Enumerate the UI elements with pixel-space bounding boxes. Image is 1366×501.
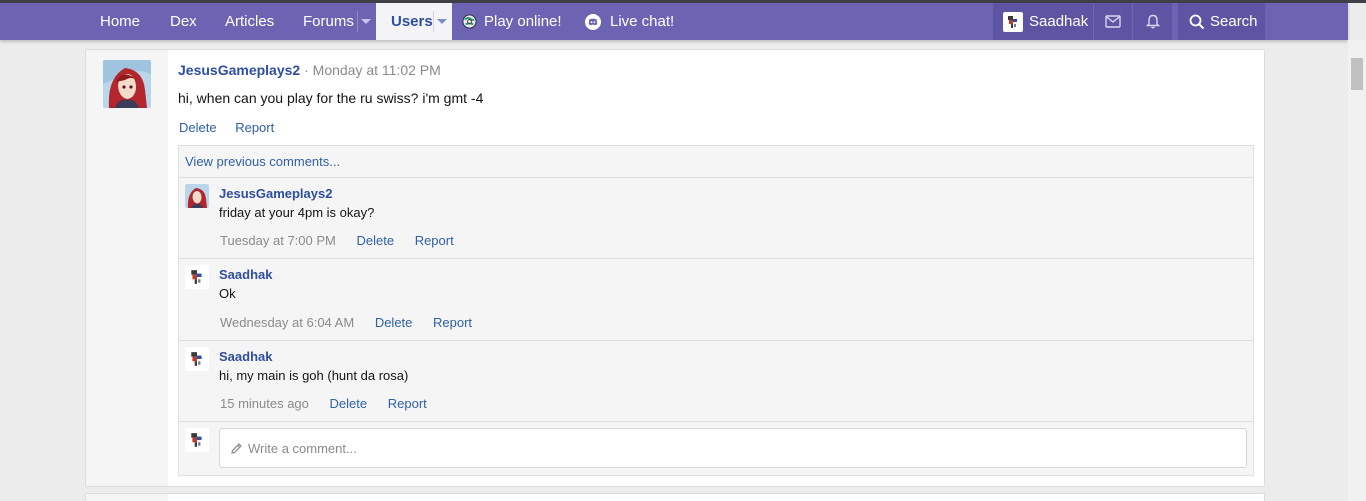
users-menu-toggle[interactable] bbox=[433, 3, 451, 40]
comment-author-link[interactable]: JesusGameplays2 bbox=[219, 186, 332, 201]
comment-meta: Wednesday at 6:04 AM Delete Report bbox=[220, 315, 489, 330]
pencil-icon bbox=[230, 442, 248, 455]
profile-post-avatar-column bbox=[86, 50, 168, 486]
comment-text: Ok bbox=[219, 286, 236, 301]
nav-play-online-label: Play online! bbox=[484, 13, 562, 30]
comment-divider bbox=[179, 421, 1253, 422]
chevron-down-icon bbox=[437, 19, 447, 24]
comment-report-link[interactable]: Report bbox=[433, 315, 472, 330]
avatar[interactable] bbox=[185, 347, 209, 371]
page-scrollbar[interactable] bbox=[1348, 40, 1366, 501]
alerts-button[interactable] bbox=[1133, 3, 1172, 40]
write-comment-placeholder: Write a comment... bbox=[248, 440, 357, 456]
nav-home[interactable]: Home bbox=[100, 3, 140, 40]
comment-divider bbox=[179, 340, 1253, 341]
search-button[interactable]: Search bbox=[1189, 3, 1258, 40]
nav-articles[interactable]: Articles bbox=[225, 3, 274, 40]
comment-divider bbox=[179, 177, 1253, 178]
comment-text: friday at your 4pm is okay? bbox=[219, 205, 375, 220]
next-profile-post-avatar-column bbox=[86, 494, 168, 501]
account-menu[interactable]: Saadhak bbox=[1003, 3, 1088, 40]
comment-author-link[interactable]: Saadhak bbox=[219, 267, 272, 282]
comment-meta: Tuesday at 7:00 PM Delete Report bbox=[220, 233, 471, 248]
comment-text: hi, my main is goh (hunt da rosa) bbox=[219, 368, 409, 383]
envelope-icon bbox=[1104, 15, 1121, 28]
nav-forums[interactable]: Forums bbox=[303, 3, 354, 40]
comment-timestamp[interactable]: Tuesday at 7:00 PM bbox=[220, 233, 336, 248]
post-report-link[interactable]: Report bbox=[235, 120, 274, 135]
view-previous-comments-link[interactable]: View previous comments... bbox=[185, 154, 340, 169]
post-timestamp[interactable]: Monday at 11:02 PM bbox=[313, 62, 441, 78]
write-comment-input[interactable]: Write a comment... bbox=[219, 428, 1247, 468]
comment-delete-link[interactable]: Delete bbox=[375, 315, 413, 330]
avatar bbox=[1003, 11, 1023, 32]
comment-report-link[interactable]: Report bbox=[415, 233, 454, 248]
nav-play-online[interactable]: Play online! bbox=[462, 3, 562, 40]
avatar[interactable] bbox=[103, 60, 151, 108]
comment-report-link[interactable]: Report bbox=[388, 396, 427, 411]
comment-meta: 15 minutes ago Delete Report bbox=[220, 396, 444, 411]
chevron-down-icon bbox=[361, 19, 371, 24]
top-navbar: Home Dex Articles Forums Users Play onli… bbox=[0, 3, 1348, 40]
comment-delete-link[interactable]: Delete bbox=[330, 396, 368, 411]
post-author-link[interactable]: JesusGameplays2 bbox=[178, 62, 300, 78]
comments-section bbox=[178, 145, 1254, 476]
next-profile-post-card bbox=[85, 493, 1265, 501]
nav-live-chat[interactable]: Live chat! bbox=[585, 3, 674, 40]
post-separator: · bbox=[304, 62, 309, 78]
comment-author-link[interactable]: Saadhak bbox=[219, 349, 272, 364]
scrollbar-thumb[interactable] bbox=[1351, 58, 1363, 90]
avatar[interactable] bbox=[185, 184, 209, 208]
conversations-button[interactable] bbox=[1093, 3, 1132, 40]
profile-post-header: JesusGameplays2 · Monday at 11:02 PM bbox=[178, 62, 441, 78]
pokeball-globe-icon bbox=[462, 14, 477, 29]
forums-menu-toggle[interactable] bbox=[357, 3, 375, 40]
nav-users-label: Users bbox=[391, 13, 433, 30]
post-actions: Delete Report bbox=[179, 120, 274, 135]
comment-timestamp[interactable]: Wednesday at 6:04 AM bbox=[220, 315, 354, 330]
caret-separator bbox=[433, 11, 434, 32]
account-username: Saadhak bbox=[1029, 13, 1089, 30]
post-body: hi, when can you play for the ru swiss? … bbox=[178, 90, 484, 106]
nav-live-chat-label: Live chat! bbox=[610, 13, 675, 30]
discord-icon bbox=[585, 13, 601, 30]
caret-separator bbox=[357, 11, 358, 32]
comment-delete-link[interactable]: Delete bbox=[356, 233, 394, 248]
bell-icon bbox=[1145, 14, 1160, 29]
comment-divider bbox=[179, 258, 1253, 259]
nav-dex[interactable]: Dex bbox=[170, 3, 197, 40]
search-label: Search bbox=[1210, 13, 1258, 30]
comment-timestamp[interactable]: 15 minutes ago bbox=[220, 396, 309, 411]
post-delete-link[interactable]: Delete bbox=[179, 120, 217, 135]
magnifier-icon bbox=[1189, 14, 1205, 30]
avatar bbox=[185, 428, 209, 452]
avatar[interactable] bbox=[185, 265, 209, 289]
